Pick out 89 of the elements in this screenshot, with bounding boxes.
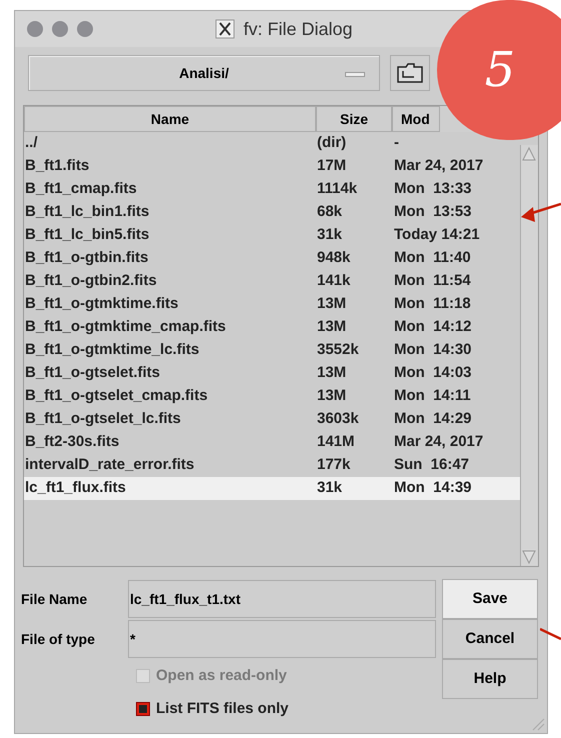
file-name: lc_ft1_flux.fits bbox=[24, 478, 127, 498]
dialog-button[interactable]: Save bbox=[442, 579, 538, 619]
file-name: B_ft1_cmap.fits bbox=[24, 179, 138, 200]
text-field[interactable]: * bbox=[128, 620, 436, 658]
file-name: B_ft1_o-gtselet_cmap.fits bbox=[24, 386, 209, 406]
column-header[interactable]: Size bbox=[316, 106, 392, 132]
file-name: B_ft1_o-gtmktime.fits bbox=[24, 294, 180, 314]
file-size: 3552k bbox=[316, 340, 360, 360]
file-date: Mon 13:33 bbox=[393, 179, 472, 200]
file-size: 13M bbox=[316, 386, 348, 406]
file-date: Mon 11:54 bbox=[393, 271, 471, 292]
file-date: Mon 14:11 bbox=[393, 386, 471, 406]
file-date: Mon 14:03 bbox=[393, 363, 472, 384]
file-size: (dir) bbox=[316, 133, 348, 154]
badge-number: 5 bbox=[484, 41, 516, 100]
maximize-button[interactable] bbox=[77, 21, 93, 37]
file-row[interactable]: lc_ft1_flux.fits 31k Mon 14:39 bbox=[24, 477, 520, 500]
file-date: Mon 11:18 bbox=[393, 294, 471, 314]
folder-dropdown[interactable]: Analisi/ bbox=[28, 55, 380, 91]
file-size: 68k bbox=[316, 202, 344, 222]
file-name: intervalD_rate_error.fits bbox=[24, 455, 196, 476]
file-date: Mon 11:40 bbox=[393, 248, 471, 268]
minimize-button[interactable] bbox=[52, 21, 68, 37]
file-name: B_ft1_o-gtmktime_lc.fits bbox=[24, 340, 200, 360]
file-size: 177k bbox=[316, 455, 352, 476]
file-date: Mar 24, 2017 bbox=[393, 156, 484, 176]
file-date: Mon 14:29 bbox=[393, 409, 472, 430]
file-name: ../ bbox=[24, 133, 39, 154]
file-row[interactable]: B_ft1_lc_bin1.fits 68k Mon 13:53 bbox=[24, 201, 520, 224]
file-row[interactable]: B_ft1_o-gtmktime.fits 13M Mon 11:18 bbox=[24, 293, 520, 316]
file-row[interactable]: intervalD_rate_error.fits 177k Sun 16:47 bbox=[24, 454, 520, 477]
file-row[interactable]: B_ft1_o-gtmktime_cmap.fits 13M Mon 14:12 bbox=[24, 316, 520, 339]
file-date: Mon 14:30 bbox=[393, 340, 472, 360]
file-size: 141M bbox=[316, 432, 356, 452]
file-size: 13M bbox=[316, 363, 348, 384]
scroll-down-icon bbox=[521, 548, 537, 566]
file-name: B_ft1.fits bbox=[24, 156, 90, 176]
file-size: 31k bbox=[316, 225, 344, 246]
file-date: Mon 14:12 bbox=[393, 317, 472, 338]
file-size: 1114k bbox=[316, 179, 358, 200]
dialog-button[interactable]: Help bbox=[442, 659, 538, 699]
file-size: 31k bbox=[316, 478, 344, 498]
close-button[interactable] bbox=[27, 21, 43, 37]
file-date: Today 14:21 bbox=[393, 225, 480, 246]
file-name: B_ft1_o-gtselet.fits bbox=[24, 363, 162, 384]
file-date: Mon 13:53 bbox=[393, 202, 472, 222]
file-row[interactable]: B_ft1_o-gtbin.fits 948k Mon 11:40 bbox=[24, 247, 520, 270]
file-row[interactable]: B_ft1_o-gtselet_cmap.fits 13M Mon 14:11 bbox=[24, 385, 520, 408]
file-date: Sun 16:47 bbox=[393, 455, 470, 476]
file-row[interactable]: ../ (dir) - bbox=[24, 132, 520, 155]
checkbox-label: List FITS files only bbox=[156, 698, 289, 718]
file-name: B_ft1_lc_bin1.fits bbox=[24, 202, 150, 222]
parent-folder-button[interactable] bbox=[390, 55, 430, 91]
file-row[interactable]: B_ft1_o-gtmktime_lc.fits 3552k Mon 14:30 bbox=[24, 339, 520, 362]
file-size: 948k bbox=[316, 248, 352, 268]
file-size: 3603k bbox=[316, 409, 360, 430]
file-size: 17M bbox=[316, 156, 348, 176]
file-date: Mar 24, 2017 bbox=[393, 432, 484, 452]
file-name: B_ft1_o-gtmktime_cmap.fits bbox=[24, 317, 227, 338]
column-header[interactable]: Name bbox=[24, 106, 316, 132]
file-name: B_ft1_lc_bin5.fits bbox=[24, 225, 150, 246]
field-label: File of type bbox=[21, 630, 96, 649]
file-name: B_ft2-30s.fits bbox=[24, 432, 120, 452]
text-field[interactable]: lc_ft1_flux_t1.txt bbox=[128, 580, 436, 618]
file-size: 141k bbox=[316, 271, 352, 292]
file-row[interactable]: B_ft1.fits 17M Mar 24, 2017 bbox=[24, 155, 520, 178]
file-size: 13M bbox=[316, 294, 348, 314]
folder-icon bbox=[396, 62, 424, 84]
file-name: B_ft1_o-gtselet_lc.fits bbox=[24, 409, 182, 430]
file-name: B_ft1_o-gtbin.fits bbox=[24, 248, 150, 268]
dialog-button[interactable]: Cancel bbox=[442, 619, 538, 659]
file-row[interactable]: B_ft1_o-gtselet.fits 13M Mon 14:03 bbox=[24, 362, 520, 385]
file-row[interactable]: B_ft1_cmap.fits 1114k Mon 13:33 bbox=[24, 178, 520, 201]
file-size: 13M bbox=[316, 317, 348, 338]
file-date: - bbox=[393, 133, 399, 154]
file-name: B_ft1_o-gtbin2.fits bbox=[24, 271, 158, 292]
file-row[interactable]: B_ft1_o-gtselet_lc.fits 3603k Mon 14:29 bbox=[24, 408, 520, 431]
column-header[interactable]: Mod bbox=[392, 106, 440, 132]
scroll-up-icon bbox=[521, 145, 537, 163]
file-row[interactable]: B_ft2-30s.fits 141M Mar 24, 2017 bbox=[24, 431, 520, 454]
file-date: Mon 14:39 bbox=[393, 478, 472, 498]
checkbox[interactable] bbox=[136, 702, 150, 716]
field-label: File Name bbox=[21, 590, 88, 608]
dropdown-indicator-icon bbox=[345, 72, 365, 77]
file-row[interactable]: B_ft1_o-gtbin2.fits 141k Mon 11:54 bbox=[24, 270, 520, 293]
window-title: fv: File Dialog bbox=[243, 18, 353, 41]
checkbox-label: Open as read-only bbox=[156, 666, 287, 686]
file-row[interactable]: B_ft1_lc_bin5.fits 31k Today 14:21 bbox=[24, 224, 520, 247]
window-app-icon bbox=[215, 19, 236, 39]
